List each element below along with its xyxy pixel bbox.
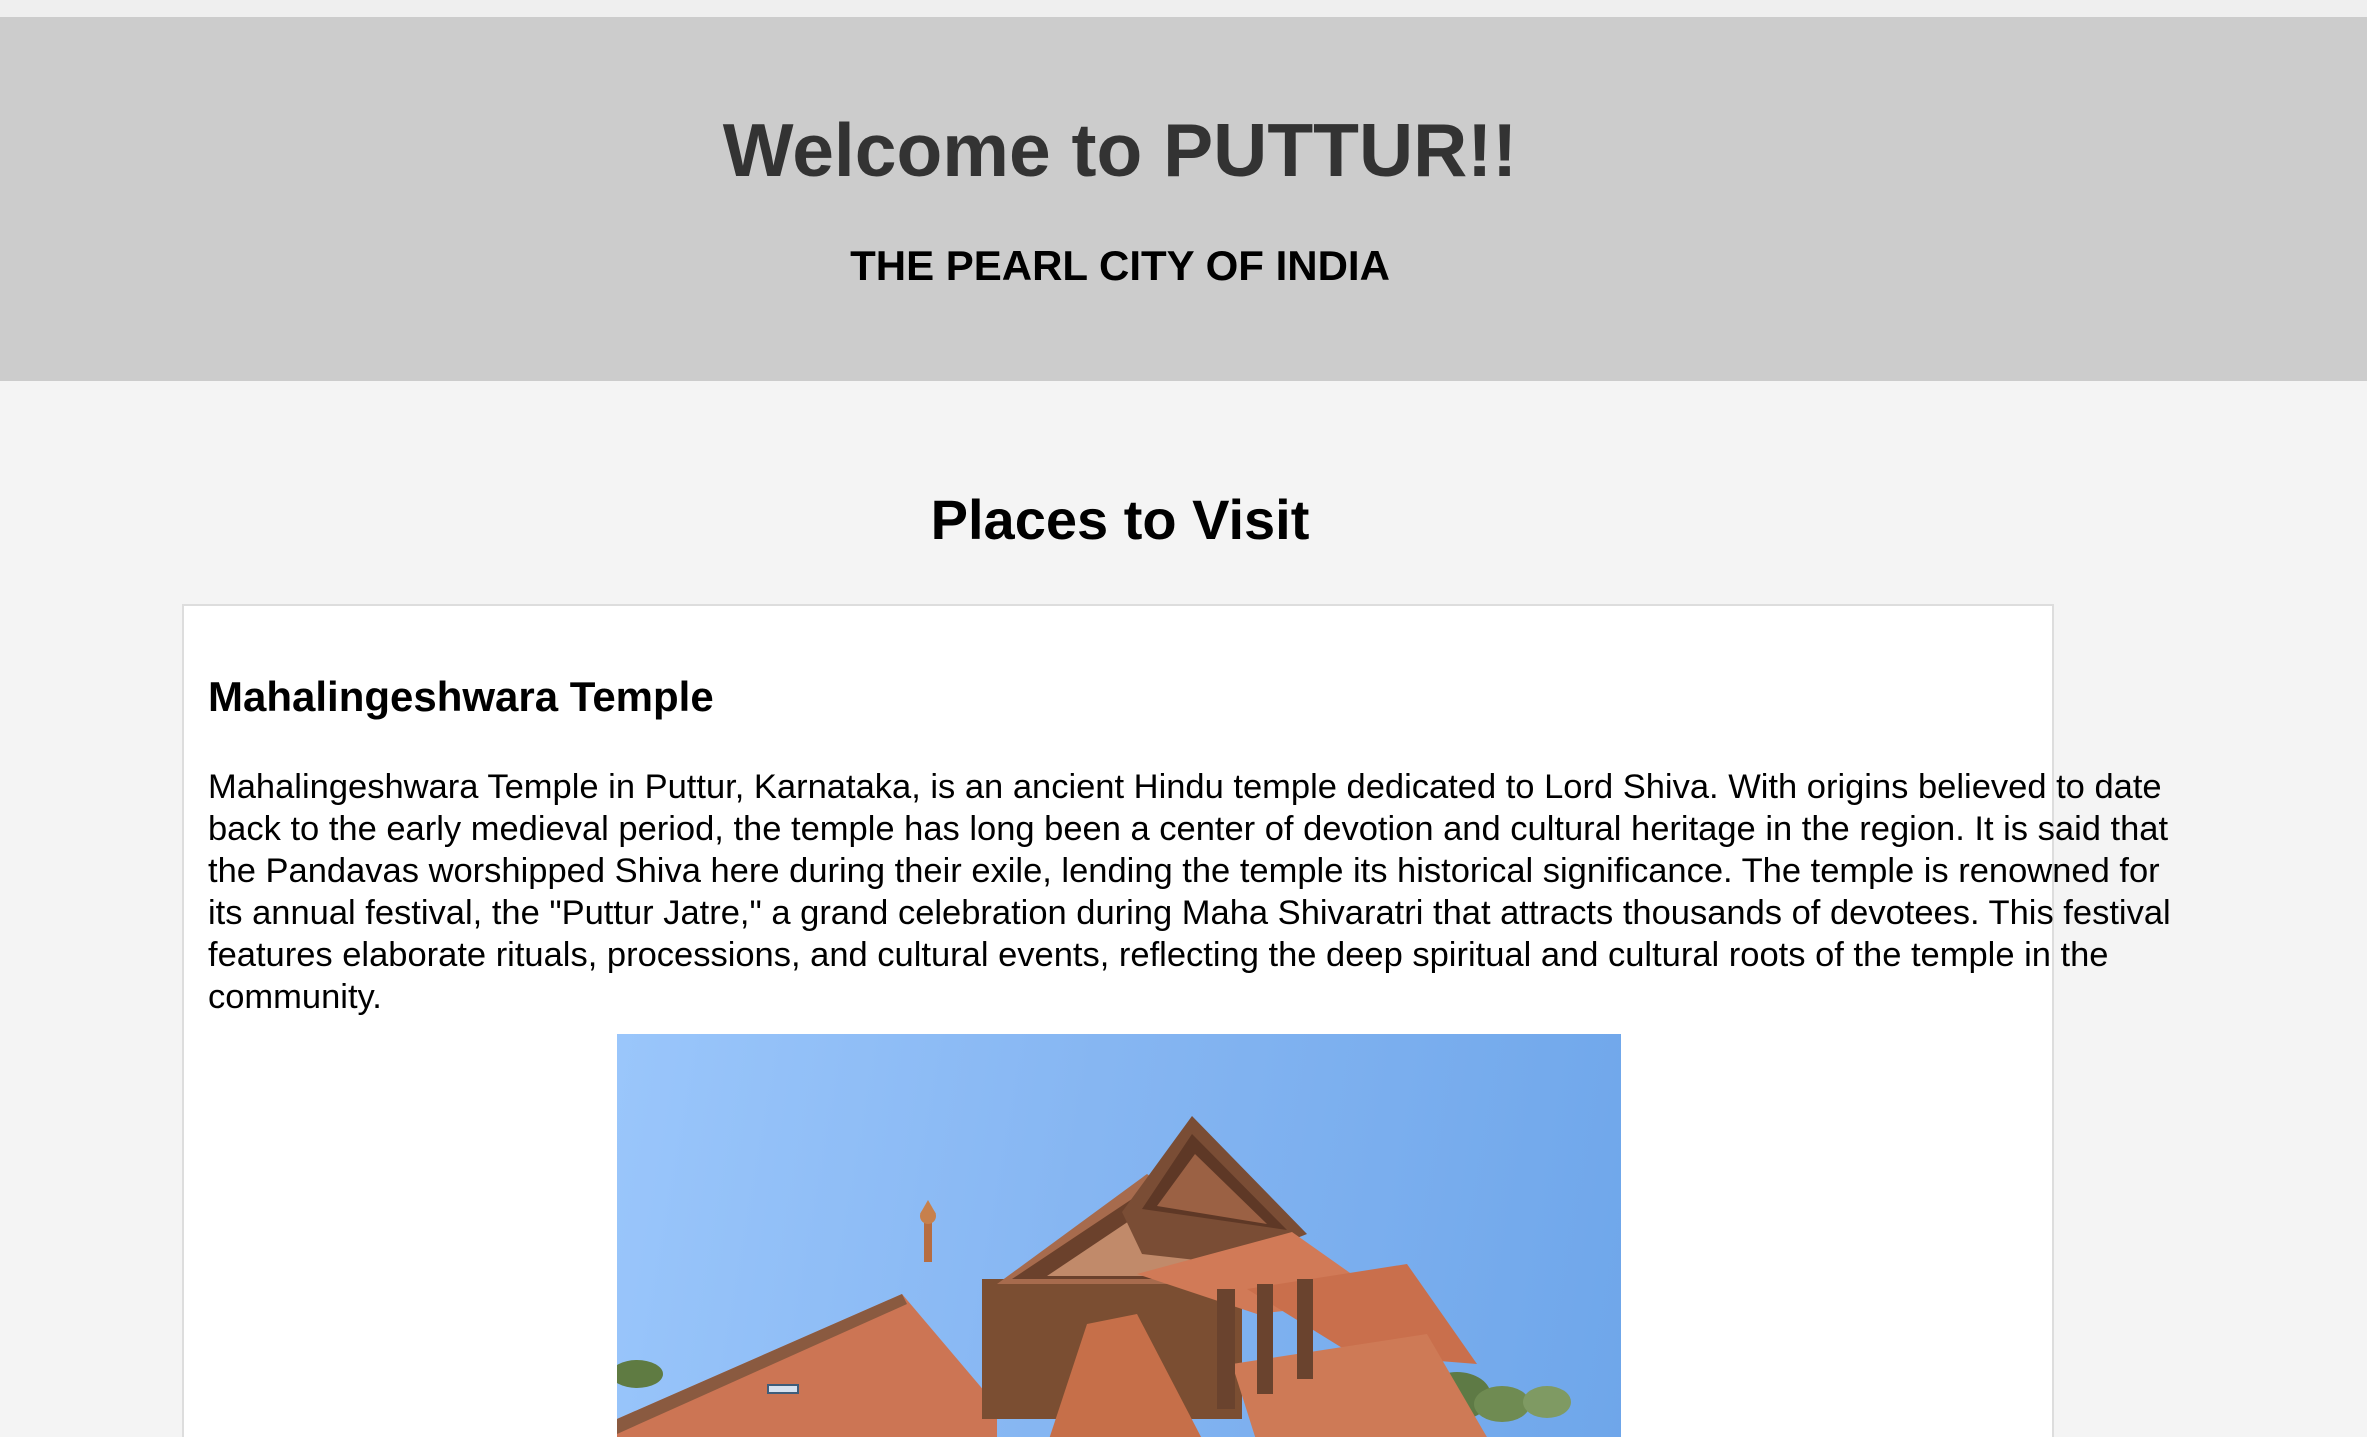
place-card: Mahalingeshwara Temple Mahalingeshwara T…: [182, 604, 2171, 1437]
places-section-title: Places to Visit: [930, 488, 1310, 551]
place-name: Mahalingeshwara Temple: [208, 673, 714, 720]
site-subtitle: THE PEARL CITY OF INDIA: [850, 242, 1390, 289]
main-content: Places to Visit Mahalingeshwara Temple M…: [0, 381, 2367, 1437]
site-title: Welcome to PUTTUR!!: [722, 108, 1518, 192]
site-header: Welcome to PUTTUR!! THE PEARL CITY OF IN…: [0, 17, 2367, 381]
place-description: Mahalingeshwara Temple in Puttur, Karnat…: [208, 768, 2171, 1016]
top-strip: [0, 0, 2367, 17]
page: Welcome to PUTTUR!! THE PEARL CITY OF IN…: [0, 0, 2367, 1437]
temple-image: [617, 1034, 1621, 1437]
